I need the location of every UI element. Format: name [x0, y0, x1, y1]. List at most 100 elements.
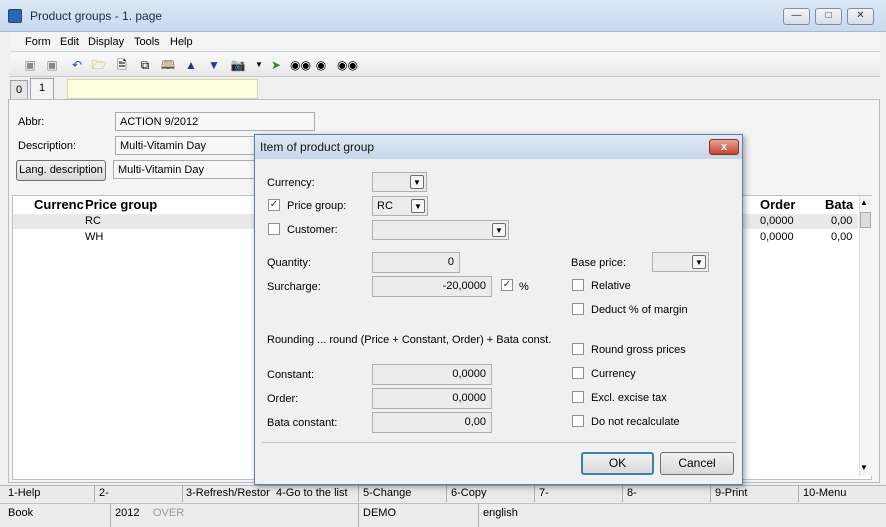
percent-checkbox[interactable]: ✓ — [501, 279, 513, 291]
fkey-separator — [446, 485, 447, 502]
status-separator — [478, 503, 479, 527]
dialog-separator — [262, 442, 736, 443]
bata-constant-field[interactable]: 0,00 — [372, 412, 492, 433]
cancel-button[interactable]: Cancel — [660, 452, 734, 475]
copy-icon[interactable]: ⧉ — [137, 57, 153, 73]
currency-checkbox[interactable] — [572, 367, 584, 379]
tab-0[interactable]: 0 — [10, 80, 28, 99]
find-all-icon[interactable]: ◉◉ — [337, 57, 358, 73]
round-gross-checkbox[interactable] — [572, 343, 584, 355]
order-label: Order: — [267, 393, 299, 405]
dialog-close-button[interactable]: x — [709, 139, 739, 155]
base-price-label: Base price: — [571, 257, 627, 269]
customer-combo[interactable]: ▼ — [372, 220, 509, 240]
arrow-up-icon[interactable]: ▲ — [183, 57, 199, 73]
chevron-down-icon[interactable]: ▼ — [692, 255, 706, 269]
base-price-combo[interactable]: ▼ — [652, 252, 709, 272]
status-database: DEMO — [363, 507, 396, 519]
arrow-down-icon[interactable]: ▼ — [206, 57, 222, 73]
minimize-button[interactable]: — — [783, 8, 810, 25]
menu-form[interactable]: Form — [25, 36, 51, 48]
currency-combo[interactable]: ▼ — [372, 172, 427, 192]
scroll-down-icon[interactable]: ▼ — [860, 463, 868, 472]
chevron-down-icon[interactable]: ▼ — [411, 199, 425, 213]
fkey-change[interactable]: 5-Change — [363, 487, 411, 499]
abbr-field[interactable]: ACTION 9/2012 — [115, 112, 315, 131]
app-icon — [8, 9, 22, 23]
save-as-icon[interactable]: ▣ — [44, 57, 60, 73]
customer-checkbox[interactable] — [268, 223, 280, 235]
constant-label: Constant: — [267, 369, 315, 381]
price-group-checkbox[interactable]: ✓ — [268, 199, 280, 211]
maximize-button[interactable]: □ — [815, 8, 842, 25]
fkey-go-to-list[interactable]: 4-Go to the list — [276, 487, 348, 499]
open-folder-icon[interactable]: 🗁 — [91, 57, 107, 73]
fkey-separator — [358, 485, 359, 502]
scroll-thumb[interactable] — [860, 212, 871, 228]
ok-button[interactable]: OK — [581, 452, 654, 475]
function-key-bar — [0, 485, 886, 502]
chevron-down-icon[interactable]: ▼ — [410, 175, 424, 189]
grid-cell-order: 0,0000 — [760, 215, 794, 227]
rounding-description: Rounding ... round (Price + Constant, Or… — [267, 334, 552, 346]
deduct-margin-checkbox[interactable] — [572, 303, 584, 315]
fkey-help[interactable]: 1-Help — [8, 487, 40, 499]
fkey-2[interactable]: 2- — [99, 487, 109, 499]
status-language: english — [483, 507, 518, 519]
fkey-separator — [94, 485, 95, 502]
quantity-field[interactable]: 0 — [372, 252, 460, 273]
menu-display[interactable]: Display — [88, 36, 124, 48]
surcharge-label: Surcharge: — [267, 281, 321, 293]
grid-header-currency[interactable]: Currenc — [34, 197, 84, 212]
fkey-refresh[interactable]: 3-Refresh/Restor — [186, 487, 270, 499]
grid-scrollbar[interactable] — [859, 196, 872, 476]
currency-label: Currency: — [267, 177, 315, 189]
constant-field[interactable]: 0,0000 — [372, 364, 492, 385]
menu-edit[interactable]: Edit — [60, 36, 79, 48]
status-book: Book — [8, 507, 34, 519]
camera-icon[interactable]: 📷 — [230, 57, 246, 73]
fkey-print[interactable]: 9-Print — [715, 487, 747, 499]
order-field[interactable]: 0,0000 — [372, 388, 492, 409]
scroll-up-icon[interactable]: ▲ — [860, 198, 868, 207]
fkey-separator — [622, 485, 623, 502]
surcharge-field[interactable]: -20,0000 — [372, 276, 492, 297]
green-arrow-icon[interactable]: ➤ — [268, 57, 284, 73]
fkey-copy[interactable]: 6-Copy — [451, 487, 486, 499]
grid-header-price-group[interactable]: Price group — [85, 197, 157, 212]
chevron-down-icon[interactable]: ▼ — [492, 223, 506, 237]
status-separator — [110, 503, 111, 527]
grid-header-order[interactable]: Order — [760, 197, 795, 212]
grid-cell-bata: 0,00 — [831, 215, 853, 227]
lang-description-button[interactable]: Lang. description — [16, 160, 106, 181]
binoculars-icon[interactable]: ◉◉ — [290, 57, 311, 73]
relative-label: Relative — [591, 280, 631, 292]
fkey-separator — [534, 485, 535, 502]
close-button[interactable]: ✕ — [847, 8, 874, 25]
status-over: OVER — [153, 507, 185, 519]
fkey-8[interactable]: 8- — [627, 487, 637, 499]
bata-constant-label: Bata constant: — [267, 417, 338, 429]
relative-checkbox[interactable] — [572, 279, 584, 291]
undo-icon[interactable]: ↶ — [69, 57, 85, 73]
save-icon[interactable]: ▣ — [22, 57, 38, 73]
excl-excise-checkbox[interactable] — [572, 391, 584, 403]
price-group-combo[interactable]: RC ▼ — [372, 196, 428, 216]
book-icon[interactable]: 🕮 — [160, 57, 176, 73]
menu-help[interactable]: Help — [170, 36, 193, 48]
dropdown-arrow-icon[interactable]: ▼ — [251, 57, 267, 73]
new-document-icon[interactable]: 🗎 — [114, 57, 130, 73]
fkey-menu[interactable]: 10-Menu — [803, 487, 846, 499]
grid-cell-group: RC — [85, 215, 101, 227]
find-next-icon[interactable]: ◉ — [313, 57, 329, 73]
menu-tools[interactable]: Tools — [134, 36, 160, 48]
grid-header-bata[interactable]: Bata — [825, 197, 853, 212]
tab-1[interactable]: 1 — [30, 78, 54, 99]
description-label: Description: — [18, 140, 77, 152]
fkey-7[interactable]: 7- — [539, 487, 549, 499]
fkey-separator — [710, 485, 711, 502]
status-separator — [358, 503, 359, 527]
no-recalculate-checkbox[interactable] — [572, 415, 584, 427]
fkey-separator — [798, 485, 799, 502]
tab-info-field — [67, 79, 258, 99]
